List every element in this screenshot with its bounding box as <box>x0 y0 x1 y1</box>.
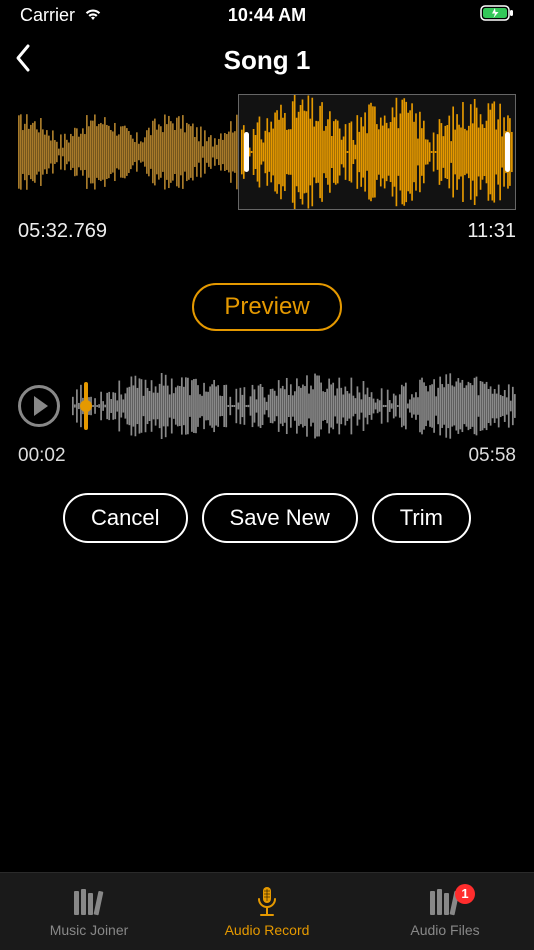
secondary-time-end: 05:58 <box>468 445 516 467</box>
tab-bar: Music Joiner Audio Record <box>0 872 534 950</box>
secondary-time-start: 00:02 <box>18 445 66 467</box>
status-time: 10:44 AM <box>228 5 306 26</box>
tab-label: Audio Files <box>410 922 479 938</box>
tab-label: Music Joiner <box>50 922 129 938</box>
waveform-unselected-region <box>18 94 238 210</box>
header: Song 1 <box>0 30 534 90</box>
selection-region[interactable] <box>238 94 516 210</box>
battery-charging-icon <box>480 5 514 26</box>
actions-row: Cancel Save New Trim <box>0 493 534 543</box>
wifi-icon <box>83 5 103 26</box>
tab-label: Audio Record <box>225 922 310 938</box>
page-title: Song 1 <box>224 45 311 76</box>
playhead-handle[interactable] <box>80 388 92 424</box>
trim-button[interactable]: Trim <box>372 493 471 543</box>
tab-music-joiner[interactable]: Music Joiner <box>29 886 149 938</box>
books-icon <box>72 886 106 918</box>
secondary-times: 00:02 05:58 <box>18 445 516 467</box>
play-icon <box>34 396 48 416</box>
main-time-end: 11:31 <box>467 220 516 243</box>
back-button[interactable] <box>12 42 34 79</box>
cancel-button[interactable]: Cancel <box>63 493 187 543</box>
play-button[interactable] <box>18 385 60 427</box>
notification-badge: 1 <box>455 884 475 904</box>
main-time-start: 05:32.769 <box>18 220 107 243</box>
tab-audio-files[interactable]: 1 Audio Files <box>385 886 505 938</box>
preview-button[interactable]: Preview <box>192 283 341 331</box>
carrier-label: Carrier <box>20 5 75 26</box>
status-right <box>480 5 514 26</box>
secondary-waveform[interactable] <box>72 373 516 439</box>
secondary-waveform-area: 00:02 05:58 <box>18 373 516 467</box>
microphone-icon <box>253 886 281 918</box>
save-new-button[interactable]: Save New <box>202 493 358 543</box>
selection-handle-right[interactable] <box>505 132 510 172</box>
main-waveform-times: 05:32.769 11:31 <box>18 220 516 243</box>
selection-handle-left[interactable] <box>244 132 249 172</box>
tab-audio-record[interactable]: Audio Record <box>207 886 327 938</box>
main-waveform[interactable] <box>18 94 516 210</box>
status-left: Carrier <box>20 5 103 26</box>
status-bar: Carrier 10:44 AM <box>0 0 534 30</box>
